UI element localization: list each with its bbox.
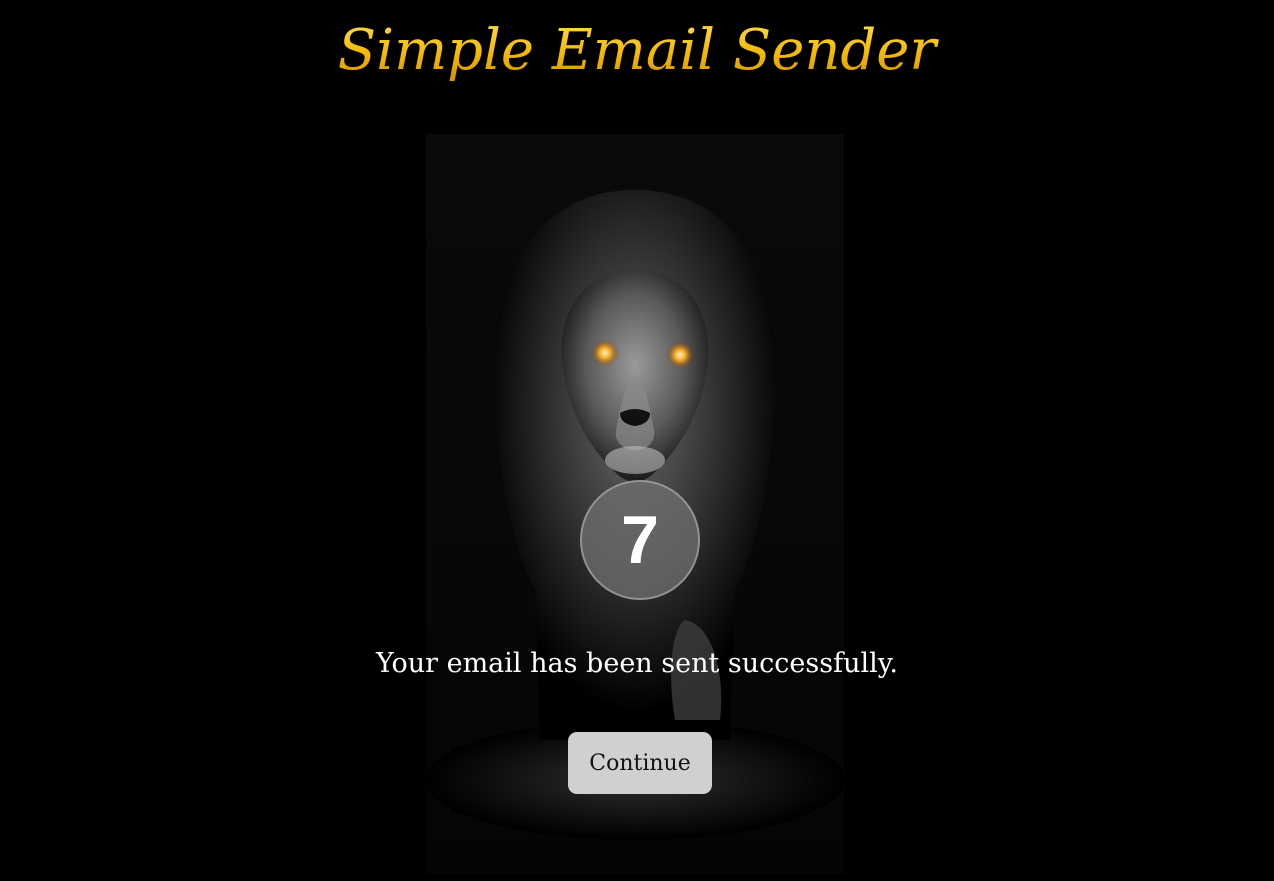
page: Simple Email Sender 7 Your email has bee… [0,0,1274,881]
continue-button[interactable]: Continue [568,732,712,794]
success-message: Your email has been sent successfully. [375,648,899,679]
app-title: Simple Email Sender [0,18,1274,83]
countdown-badge: 7 [580,480,700,600]
